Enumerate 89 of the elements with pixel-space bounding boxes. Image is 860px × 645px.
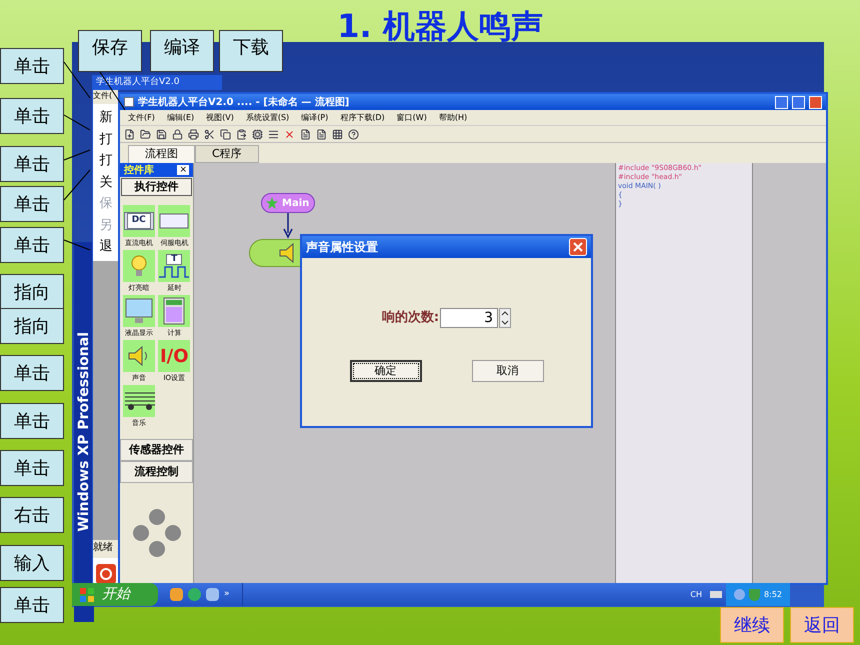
windows-logo-icon bbox=[80, 588, 94, 602]
clock: 8:52 bbox=[764, 588, 782, 600]
delete-icon[interactable] bbox=[284, 128, 295, 140]
menu-item[interactable]: 退 bbox=[100, 237, 112, 256]
copy-icon[interactable] bbox=[220, 128, 231, 140]
menu-item[interactable]: 关 bbox=[100, 172, 112, 192]
menu-item[interactable]: 系统设置(S) bbox=[246, 112, 290, 124]
document-icon[interactable] bbox=[316, 128, 327, 140]
leader-line bbox=[64, 114, 90, 130]
connector-arrow bbox=[283, 213, 293, 239]
leader-line bbox=[64, 240, 90, 250]
leader-line bbox=[64, 170, 90, 200]
new-file-icon[interactable] bbox=[124, 128, 135, 140]
calculator-icon bbox=[163, 297, 186, 325]
slide-title: 1. 机器人鸣声 bbox=[336, 6, 544, 47]
callout-label: 指向 bbox=[0, 308, 64, 344]
close-button[interactable] bbox=[569, 238, 587, 256]
lines-icon[interactable] bbox=[268, 128, 279, 140]
callout-label: 单击 bbox=[0, 186, 64, 222]
icon-glyph: DC bbox=[126, 213, 151, 229]
palette-title: 控件库 bbox=[124, 163, 154, 178]
language-indicator[interactable]: CH bbox=[686, 588, 706, 600]
menu-item[interactable]: 程序下载(D) bbox=[340, 112, 385, 124]
callout-label: 单击 bbox=[0, 403, 64, 439]
dialog-button[interactable]: 取消 bbox=[472, 360, 544, 382]
tab[interactable]: 流程图 bbox=[128, 145, 195, 163]
cut-icon[interactable] bbox=[204, 128, 215, 140]
count-field[interactable]: 3 bbox=[440, 308, 498, 328]
menu-item[interactable]: 帮助(H) bbox=[438, 112, 468, 124]
save-icon[interactable] bbox=[156, 128, 167, 140]
folder-icon[interactable] bbox=[140, 128, 151, 140]
callout-label: 单击 bbox=[0, 355, 64, 391]
icon-glyph: I/O bbox=[160, 344, 189, 368]
spinner-icon[interactable] bbox=[499, 308, 512, 328]
printer-icon[interactable] bbox=[188, 128, 199, 140]
servo-icon bbox=[159, 212, 190, 230]
paste-icon[interactable] bbox=[236, 128, 247, 140]
callout-label: 单击 bbox=[0, 450, 64, 486]
callout-label: 单击 bbox=[0, 48, 64, 84]
callout-label: 下载 bbox=[219, 30, 283, 72]
lock-icon[interactable] bbox=[172, 128, 183, 140]
maximize-button[interactable] bbox=[792, 96, 805, 108]
callout-label: 单击 bbox=[0, 146, 64, 182]
chip-icon[interactable] bbox=[252, 128, 263, 140]
icon-glyph: T bbox=[166, 254, 182, 264]
app-icon bbox=[124, 97, 134, 107]
status-text: 就绪 bbox=[93, 540, 119, 558]
menu-item[interactable]: 文件( bbox=[93, 90, 118, 104]
direction-pad-icon bbox=[132, 508, 182, 558]
menu-item[interactable]: 窗口(W) bbox=[396, 112, 427, 124]
document-icon[interactable] bbox=[300, 128, 311, 140]
menu-item[interactable]: 视图(V) bbox=[206, 112, 234, 124]
menu-item[interactable]: 编译(P) bbox=[301, 112, 328, 124]
menu-item[interactable]: 文件(F) bbox=[128, 112, 155, 124]
menu-item[interactable]: 编辑(E) bbox=[166, 112, 194, 124]
tab[interactable]: C程序 bbox=[195, 145, 259, 163]
callout-label: 单击 bbox=[0, 227, 64, 263]
callout-label: 指向 bbox=[0, 274, 64, 310]
callout-label: 输入 bbox=[0, 545, 64, 581]
more-icon[interactable]: » bbox=[224, 588, 230, 602]
leader-line bbox=[64, 150, 90, 160]
monitor-icon bbox=[124, 298, 153, 324]
menu-item[interactable]: 打 bbox=[100, 130, 112, 149]
star-icon bbox=[266, 197, 278, 209]
bulb-icon bbox=[130, 254, 148, 278]
callout-label: 单击 bbox=[0, 98, 64, 134]
field-label: 响的次数: bbox=[382, 309, 440, 328]
menu-item[interactable]: 新 bbox=[100, 108, 112, 128]
group-button[interactable]: 传感器控件 bbox=[120, 439, 193, 461]
callout-label: 右击 bbox=[0, 497, 64, 533]
nav-button[interactable]: 继续 bbox=[720, 607, 784, 643]
window-title: 学生机器人平台V2.0 .... - [未命名 — 流程图] bbox=[138, 95, 350, 110]
callout-label: 保存 bbox=[78, 30, 142, 72]
dialog-title: 声音属性设置 bbox=[306, 239, 378, 256]
menu-item[interactable]: 打 bbox=[100, 151, 112, 170]
group-button[interactable]: 执行控件 bbox=[121, 178, 192, 196]
close-button[interactable]: × bbox=[177, 165, 189, 175]
dialog-button[interactable]: 确定 bbox=[350, 360, 422, 382]
callout-label: 单击 bbox=[0, 587, 64, 623]
nav-button[interactable]: 返回 bbox=[790, 607, 854, 643]
close-button[interactable] bbox=[809, 96, 822, 108]
group-button[interactable]: 流程控制 bbox=[120, 461, 193, 483]
minimize-button[interactable] bbox=[775, 96, 788, 108]
help-icon[interactable] bbox=[348, 128, 359, 140]
grid-icon[interactable] bbox=[332, 128, 343, 140]
os-banner-text: Windows XP Professional bbox=[74, 332, 92, 532]
leader-line bbox=[64, 62, 90, 98]
callout-label: 编译 bbox=[150, 30, 214, 72]
node-label: Main bbox=[282, 196, 310, 210]
